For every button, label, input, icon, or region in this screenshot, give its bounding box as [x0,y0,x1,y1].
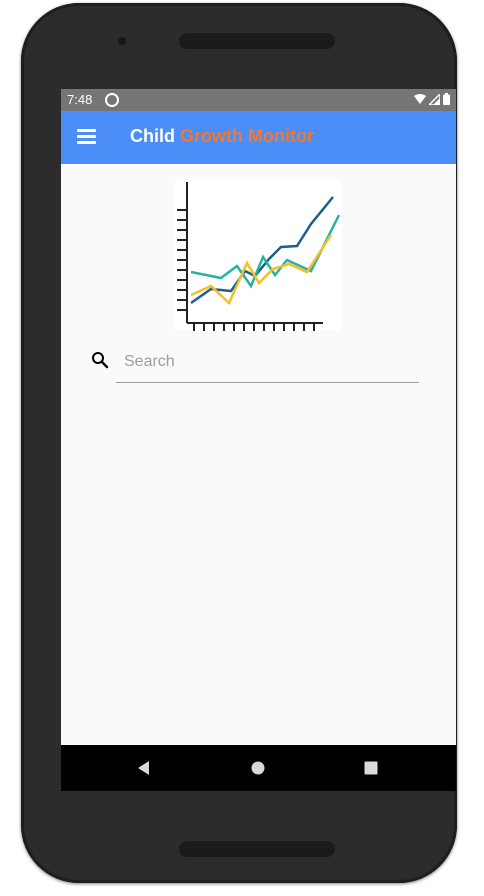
signal-icon [429,93,440,105]
app-screen: 7:48 Child Growth Monitor Search [61,89,456,791]
front-camera [118,37,126,45]
hamburger-menu-icon[interactable] [77,129,97,145]
app-title-part2: Growth Monitor [180,126,314,146]
search-underline [116,382,419,383]
status-time: 7:48 [67,92,93,107]
app-bar: Child Growth Monitor [61,111,456,164]
data-saver-icon [105,93,119,107]
wifi-icon [414,94,426,104]
recents-icon[interactable] [358,755,384,781]
app-title: Child Growth Monitor [130,126,314,147]
search-input[interactable] [116,345,427,379]
home-icon[interactable] [245,755,271,781]
phone-frame: 7:48 Child Growth Monitor Search [21,3,457,883]
status-bar: 7:48 [61,89,456,111]
search-field[interactable] [89,345,429,383]
app-title-part1: Child [130,126,180,146]
battery-icon [443,93,450,105]
back-icon[interactable] [131,755,157,781]
bottom-speaker [179,841,335,857]
navigation-bar [61,745,456,791]
line-chart-logo-icon [175,179,341,331]
top-speaker [179,33,335,49]
search-icon[interactable] [91,351,109,369]
